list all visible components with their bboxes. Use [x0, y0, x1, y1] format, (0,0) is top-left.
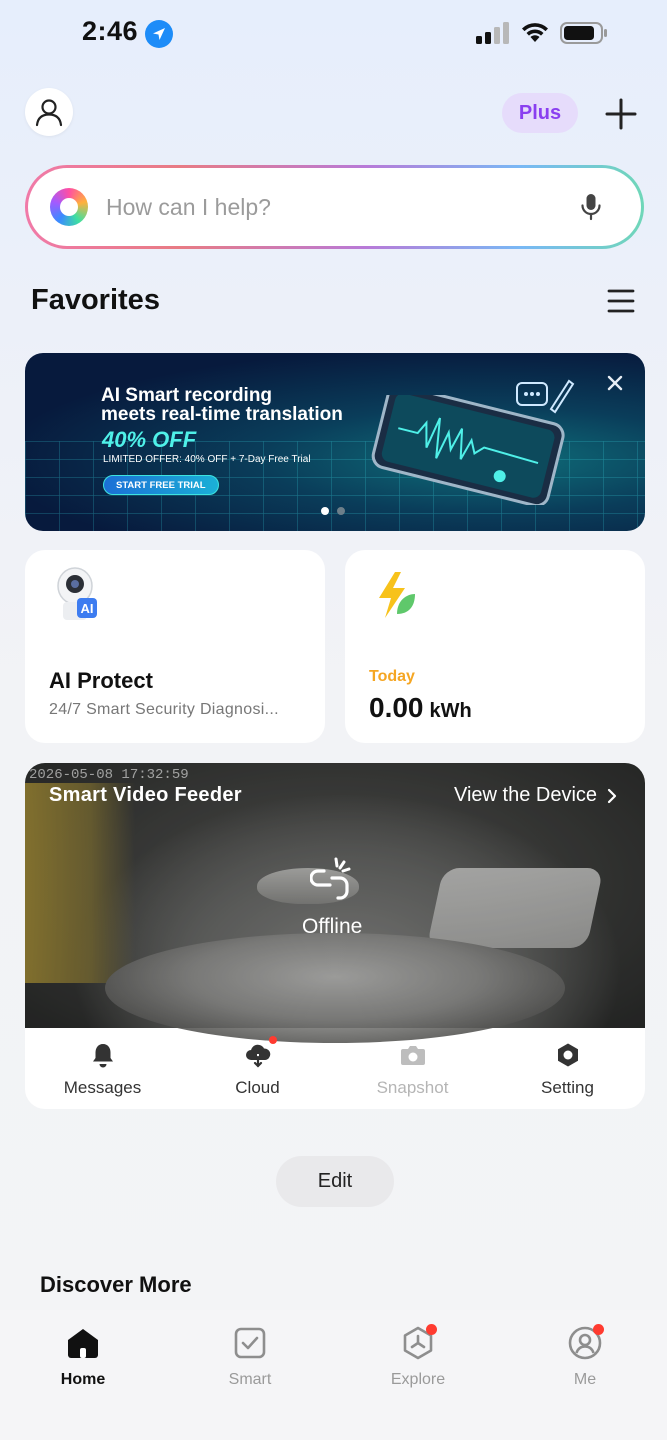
cloud-icon — [243, 1036, 277, 1070]
search-input[interactable]: How can I help? — [106, 194, 571, 221]
chat-pen-illustration — [516, 379, 575, 414]
tab-home[interactable]: Home — [23, 1324, 143, 1389]
tab-me[interactable]: Me — [525, 1324, 645, 1389]
ai-protect-subtitle: 24/7 Smart Security Diagnosi... — [49, 701, 279, 718]
status-time: 2:46 — [82, 16, 139, 46]
carousel-dot[interactable] — [321, 507, 329, 515]
assistant-logo-icon — [50, 188, 88, 226]
discover-more-title: Discover More — [40, 1272, 192, 1297]
carousel-dot[interactable] — [337, 507, 345, 515]
hexagon-settings-icon — [553, 1040, 583, 1070]
ai-protect-title: AI Protect — [49, 668, 153, 693]
cellular-signal-icon — [476, 22, 509, 44]
edit-favorites-button[interactable]: Edit — [276, 1156, 394, 1207]
lightning-leaf-icon — [379, 572, 415, 618]
tab-smart[interactable]: Smart — [190, 1324, 310, 1389]
snapshot-label: Snapshot — [376, 1078, 449, 1097]
ai-protect-card[interactable]: AI AI Protect 24/7 Smart Security Diagno… — [25, 550, 325, 743]
add-icon[interactable] — [602, 95, 640, 133]
bell-icon — [88, 1040, 118, 1070]
feed-timestamp: 2026-05-08 17:32:59 — [29, 767, 189, 783]
tab-explore[interactable]: Explore — [358, 1324, 478, 1389]
banner-close-icon[interactable] — [605, 373, 625, 393]
cloud-label: Cloud — [235, 1078, 280, 1097]
setting-action[interactable]: Setting — [490, 1028, 645, 1109]
energy-value: 0.00 — [369, 692, 424, 723]
tab-me-label: Me — [573, 1371, 597, 1388]
energy-reading: 0.00 kWh — [369, 692, 472, 724]
assistant-search-bar[interactable]: How can I help? — [25, 165, 644, 249]
wifi-icon — [522, 23, 548, 42]
tab-smart-label: Smart — [228, 1371, 272, 1388]
device-name: Smart Video Feeder — [49, 784, 242, 806]
bottom-tab-bar: Home Smart Explore Me — [0, 1310, 667, 1440]
ai-camera-icon: AI — [57, 567, 97, 620]
svg-text:AI: AI — [81, 601, 94, 616]
start-free-trial-button[interactable]: START FREE TRIAL — [103, 475, 219, 495]
banner-offer-text: LIMITED OFFER: 40% OFF + 7-Day Free Tria… — [103, 454, 311, 465]
me-notification-dot — [593, 1324, 604, 1335]
banner-discount: 40% OFF — [102, 427, 197, 452]
cloud-notification-dot — [268, 1036, 277, 1044]
location-arrow-icon — [145, 20, 173, 48]
device-action-bar: Messages Cloud Snapshot Setting — [25, 1028, 645, 1109]
explore-icon — [399, 1324, 437, 1362]
home-icon — [64, 1324, 102, 1362]
device-status: Offline — [302, 915, 363, 938]
battery-icon — [560, 22, 607, 44]
camera-feed-preview[interactable]: 2026-05-08 17:32:59 Smart Video Feeder V… — [25, 763, 645, 1043]
view-device-label: View the Device — [454, 784, 598, 806]
energy-card[interactable]: Today 0.00 kWh — [345, 550, 645, 743]
carousel-indicators — [321, 507, 345, 515]
snapshot-action[interactable]: Snapshot — [335, 1028, 490, 1109]
cloud-action[interactable]: Cloud — [180, 1028, 335, 1109]
favorites-title: Favorites — [31, 284, 160, 316]
messages-label: Messages — [63, 1078, 142, 1097]
banner-headline-2: meets real-time translation — [101, 404, 343, 425]
energy-period-label: Today — [369, 668, 415, 685]
camera-icon — [398, 1040, 428, 1070]
profile-avatar-button[interactable] — [25, 88, 73, 136]
chevron-right-icon — [607, 788, 617, 803]
promo-banner[interactable]: AI Smart recording meets real-time trans… — [25, 353, 645, 531]
device-card[interactable]: 2026-05-08 17:32:59 Smart Video Feeder V… — [25, 763, 645, 1109]
checkbox-icon — [231, 1324, 269, 1362]
profile-icon — [566, 1324, 604, 1362]
list-menu-icon[interactable] — [606, 288, 636, 314]
link-broken-icon — [310, 857, 351, 900]
user-icon — [35, 99, 63, 127]
view-device-link[interactable]: View the Device — [454, 784, 617, 807]
messages-action[interactable]: Messages — [25, 1028, 180, 1109]
microphone-icon[interactable] — [571, 187, 611, 227]
tab-home-label: Home — [60, 1371, 106, 1388]
plus-subscription-badge[interactable]: Plus — [502, 93, 578, 133]
tab-explore-label: Explore — [390, 1371, 446, 1388]
energy-unit: kWh — [429, 700, 472, 722]
explore-notification-dot — [426, 1324, 437, 1335]
setting-label: Setting — [541, 1078, 594, 1097]
